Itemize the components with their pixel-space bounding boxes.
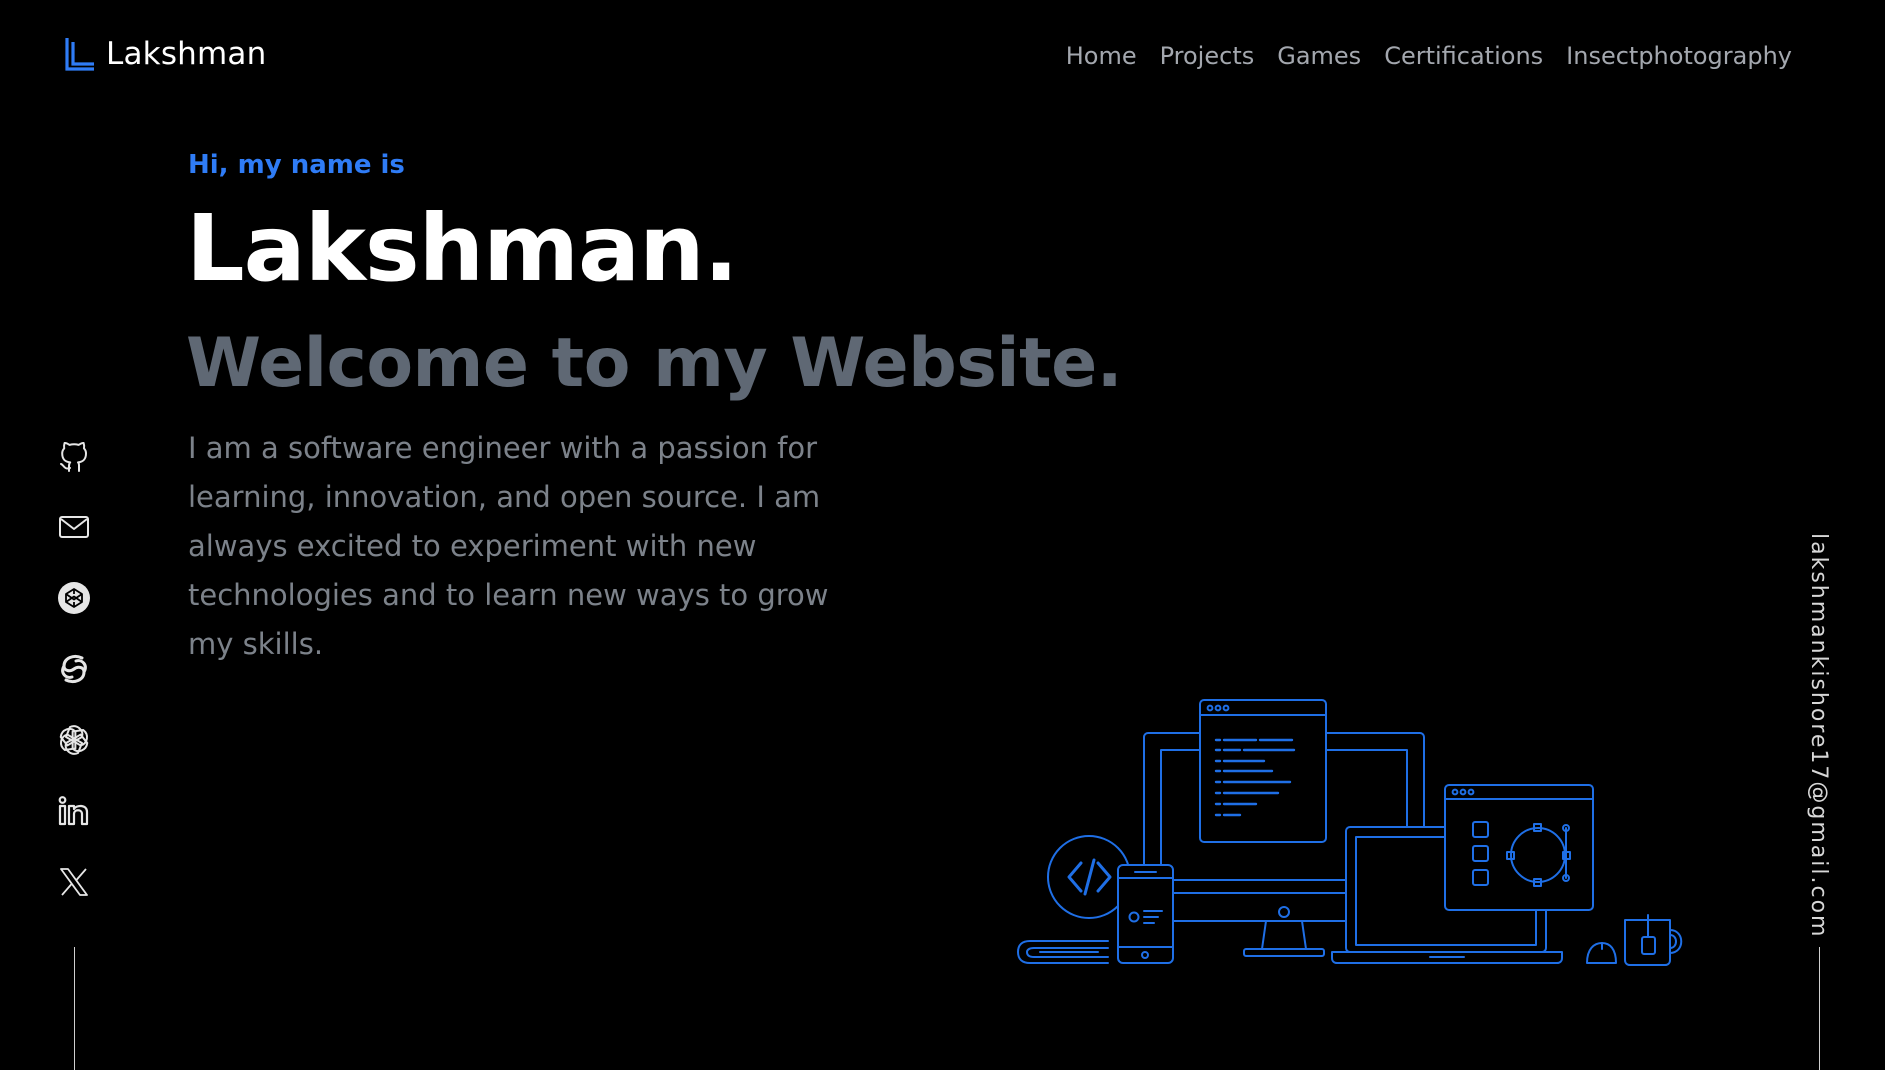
side-email-link[interactable]: lakshmankishore17@gmail.com xyxy=(1806,533,1831,938)
nav-link-home[interactable]: Home xyxy=(1066,42,1137,70)
github-icon xyxy=(60,441,87,472)
main-nav: Home Projects Games Certifications Insec… xyxy=(1066,42,1792,70)
hero-description: I am a software engineer with a passion … xyxy=(188,431,829,661)
social-links xyxy=(56,438,92,900)
sololearn-icon xyxy=(61,654,87,684)
nav-link-insectphotography[interactable]: Insectphotography xyxy=(1566,42,1792,70)
github-link[interactable] xyxy=(56,438,92,474)
page: Lakshman Home Projects Games Certificati… xyxy=(0,0,1885,1070)
mail-link[interactable] xyxy=(56,509,92,545)
hero-name: Lakshman. xyxy=(186,195,739,302)
right-rail-line xyxy=(1819,947,1820,1070)
openai-link[interactable] xyxy=(56,722,92,758)
logo-text: Lakshman xyxy=(106,36,267,72)
hero-subtitle: Welcome to my Website. xyxy=(186,324,1123,403)
linkedin-icon xyxy=(58,796,89,826)
openai-icon xyxy=(59,725,89,755)
nav-link-projects[interactable]: Projects xyxy=(1160,42,1255,70)
logo-link[interactable]: Lakshman xyxy=(64,36,266,72)
developer-devices-illustration xyxy=(1017,699,1683,966)
nav-link-certifications[interactable]: Certifications xyxy=(1384,42,1543,70)
hero-intro: Hi, my name is xyxy=(188,150,405,180)
codepen-link[interactable] xyxy=(56,580,92,616)
nav-link-games[interactable]: Games xyxy=(1277,42,1361,70)
logo-icon xyxy=(64,36,96,72)
codepen-icon xyxy=(58,582,90,614)
sololearn-link[interactable] xyxy=(56,651,92,687)
x-link[interactable] xyxy=(56,864,92,900)
x-icon xyxy=(60,868,88,896)
linkedin-link[interactable] xyxy=(56,793,92,829)
mail-icon xyxy=(59,516,89,538)
left-rail-line xyxy=(74,947,75,1070)
